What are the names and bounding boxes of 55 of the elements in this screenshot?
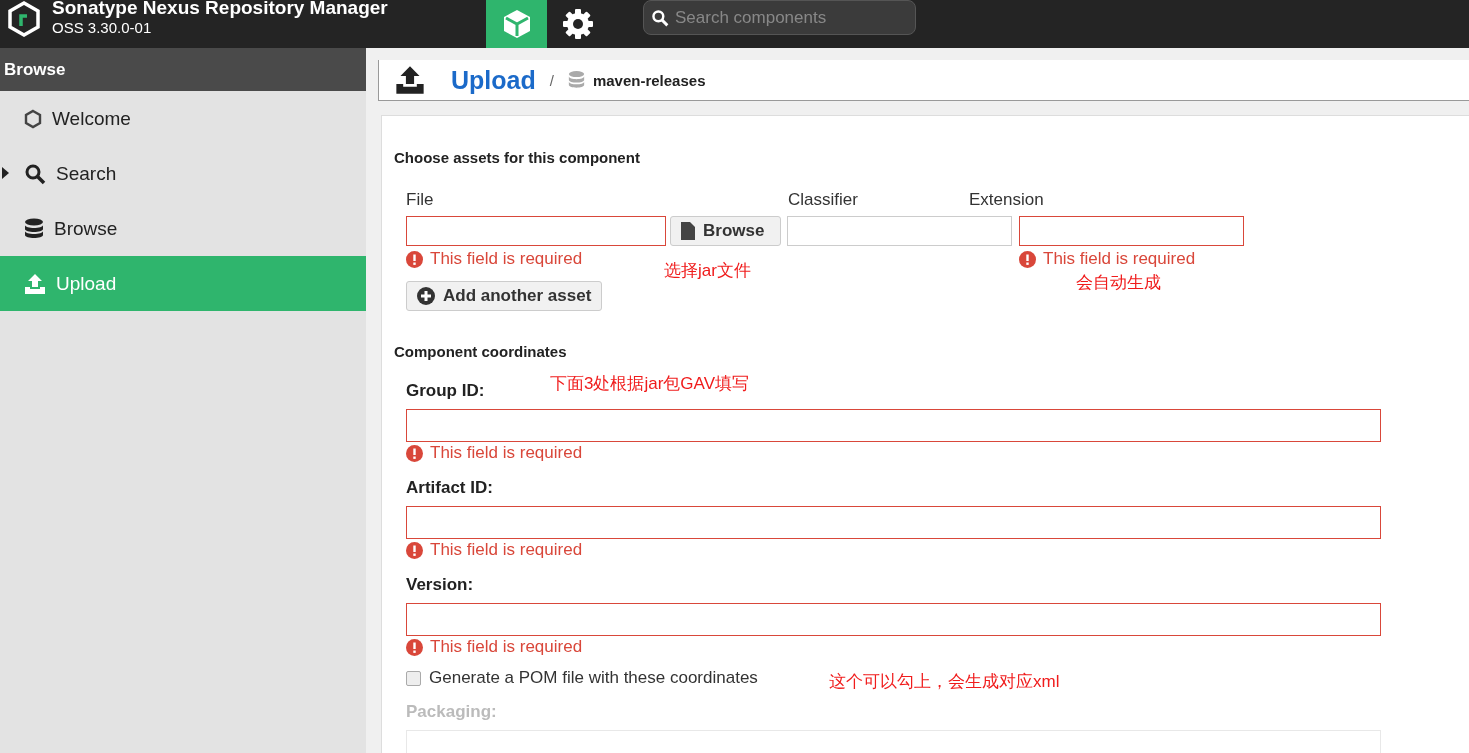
input-field[interactable] xyxy=(406,216,666,246)
logo-icon xyxy=(6,0,42,40)
search-placeholder: Search components xyxy=(675,7,827,28)
section-heading: Choose assets for this component xyxy=(394,149,641,166)
field-label: Classifier xyxy=(788,190,859,210)
app-version: OSS 3.30.0-01 xyxy=(52,18,153,38)
search-icon xyxy=(651,8,669,27)
browse-button[interactable]: Browse xyxy=(670,216,781,246)
annotation-note: 下面3处根据jar包GAV填写 xyxy=(550,373,749,395)
search-icon xyxy=(24,162,46,185)
field-label: Group ID: xyxy=(406,381,485,401)
database-icon xyxy=(567,70,585,90)
hexagon-icon xyxy=(24,108,42,129)
validation-error: This field is required xyxy=(406,248,583,270)
section-heading: Component coordinates xyxy=(394,343,568,360)
field-label: Packaging: xyxy=(406,702,497,722)
field-label: Version: xyxy=(406,575,474,595)
field-label: File xyxy=(406,190,435,210)
database-icon xyxy=(24,217,44,240)
input-field[interactable] xyxy=(1019,216,1244,246)
input-field[interactable] xyxy=(406,409,1381,442)
validation-error: This field is required xyxy=(406,636,583,658)
expand-icon xyxy=(2,167,9,179)
error-icon xyxy=(406,444,423,462)
error-icon xyxy=(1019,250,1036,268)
upload-icon xyxy=(395,65,425,95)
checkbox-label: Generate a POM file with these coordinates xyxy=(429,668,758,688)
plus-circle-icon xyxy=(417,287,435,305)
error-icon xyxy=(406,541,423,559)
error-icon xyxy=(406,638,423,656)
error-icon xyxy=(406,250,423,268)
annotation-note: 这个可以勾上，会生成对应xml xyxy=(829,671,1060,693)
sidebar-header: Browse xyxy=(0,48,366,91)
field-label: Extension xyxy=(969,190,1044,210)
input-field[interactable] xyxy=(406,506,1381,539)
settings-icon xyxy=(561,8,594,40)
sidebar-item[interactable]: Browse xyxy=(0,201,366,256)
validation-error: This field is required xyxy=(1019,248,1196,270)
app-title: Sonatype Nexus Repository Manager xyxy=(52,0,388,18)
file-icon xyxy=(681,222,695,240)
upload-icon xyxy=(24,272,46,295)
add-asset-button[interactable]: Add another asset xyxy=(406,281,603,311)
sidebar-item[interactable]: Welcome xyxy=(0,91,366,146)
validation-error: This field is required xyxy=(406,539,583,561)
validation-error: This field is required xyxy=(406,442,583,464)
breadcrumb-separator: / xyxy=(549,71,554,89)
annotation-note: 选择jar文件 xyxy=(664,260,751,282)
annotation-note: 会自动生成 xyxy=(1076,272,1161,294)
field-label: Artifact ID: xyxy=(406,478,493,498)
sidebar-item[interactable]: Search xyxy=(0,146,366,201)
input-field[interactable] xyxy=(406,603,1381,636)
repository-name: maven-releases xyxy=(592,71,706,89)
page-title: Upload xyxy=(451,65,536,95)
checkbox[interactable] xyxy=(406,670,421,686)
input-field[interactable] xyxy=(787,216,1012,246)
